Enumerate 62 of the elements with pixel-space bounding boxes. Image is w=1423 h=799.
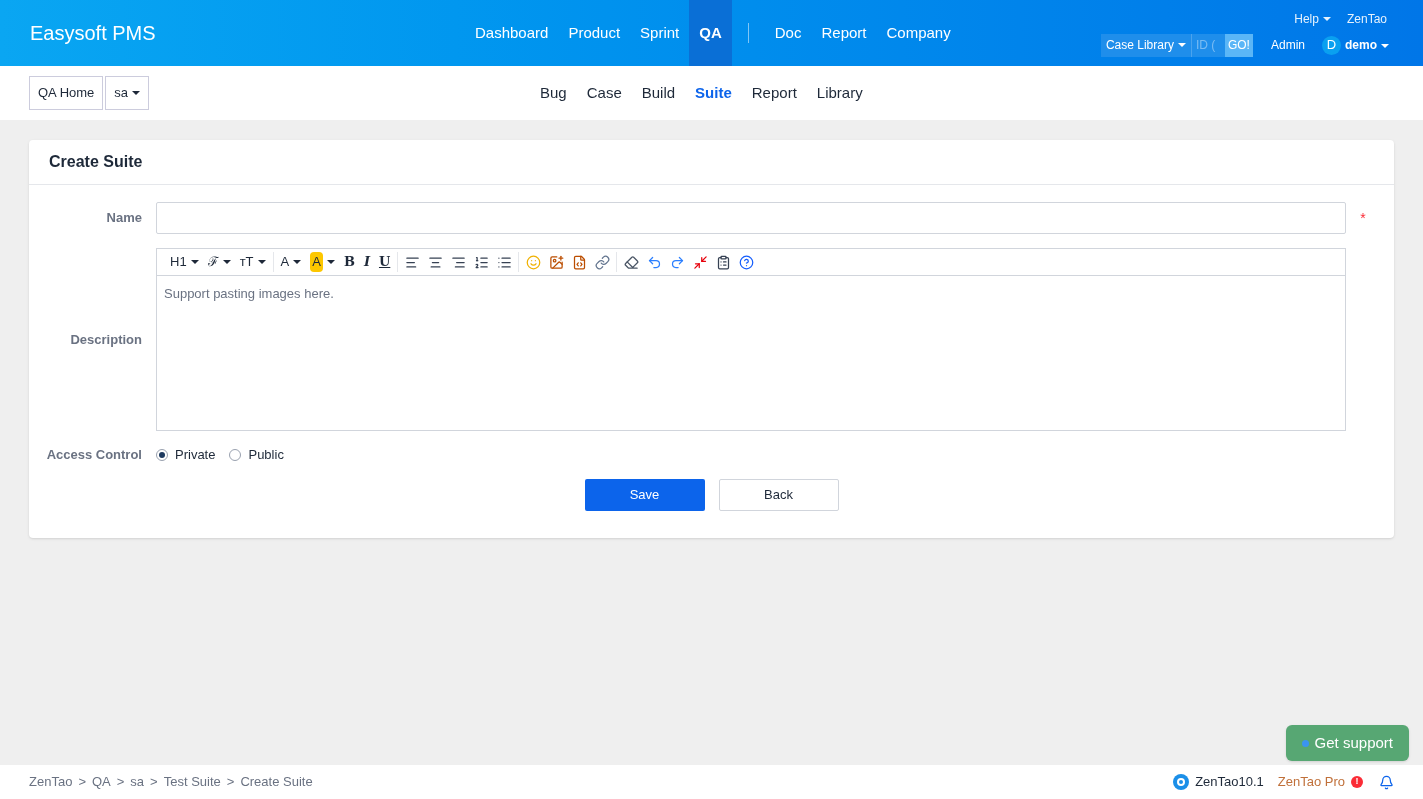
breadcrumb-item[interactable]: sa (105, 76, 150, 110)
format-dropdown[interactable]: H1 (166, 252, 203, 272)
nav-link[interactable]: QA (689, 0, 732, 66)
help-menu[interactable]: Help (1294, 9, 1331, 28)
module-tab[interactable]: Bug (530, 81, 577, 105)
footer-breadcrumb[interactable]: Test Suite (163, 772, 221, 792)
brand: Easysoft PMS (30, 21, 157, 46)
caret-icon (1381, 43, 1389, 48)
highlight-button[interactable]: A (306, 252, 339, 272)
format-dropdown[interactable]: ℱ (203, 252, 235, 272)
caret-icon (1322, 17, 1331, 22)
radio-label: Public (248, 446, 284, 464)
pro-link[interactable]: ZenTao Pro (1277, 772, 1345, 792)
breadcrumb-separator: > (226, 773, 235, 792)
current-page-label: Create Suite (240, 773, 313, 792)
radio-button[interactable] (229, 448, 242, 461)
notification-bell-icon[interactable] (1379, 774, 1394, 790)
user-menu[interactable]: demo (1345, 36, 1389, 54)
version-link[interactable]: ZenTao10.1 (1195, 772, 1264, 792)
underline-button[interactable]: U (374, 252, 395, 272)
get-support-button[interactable]: Get support (1285, 725, 1409, 761)
search-field[interactable]: ID ( (1190, 33, 1225, 57)
nav-link[interactable]: Company (876, 0, 961, 66)
field-label: Access Control (45, 445, 143, 464)
font-color-button[interactable]: A (276, 252, 306, 272)
zentao-link[interactable]: ZenTao (1346, 9, 1387, 28)
save-button[interactable]: Save (584, 478, 705, 511)
footer-breadcrumb[interactable]: QA (91, 772, 111, 792)
module-tab[interactable]: Report (741, 81, 807, 105)
required-mark: * (1359, 208, 1367, 228)
format-dropdown[interactable]: ᴛT (235, 252, 270, 272)
module-tab[interactable]: Build (631, 81, 686, 105)
module-tab[interactable]: Suite (685, 81, 742, 105)
radio-label: Private (175, 446, 216, 464)
nav-link[interactable]: Dashboard (465, 0, 559, 66)
search-scope-dropdown[interactable]: Case Library (1100, 33, 1191, 57)
breadcrumb-separator: > (116, 773, 125, 792)
card-title: Create Suite (49, 152, 143, 172)
module-tab[interactable]: Case (576, 81, 632, 105)
logo-icon (1173, 774, 1190, 790)
footer-breadcrumb[interactable]: ZenTao (29, 772, 73, 792)
back-button[interactable]: Back (718, 478, 839, 511)
nav-link[interactable]: Sprint (630, 0, 690, 66)
name-field[interactable] (156, 202, 1346, 234)
nav-link[interactable]: Doc (764, 0, 812, 66)
description-editor[interactable]: Support pasting images here. (156, 276, 1346, 431)
bold-button[interactable]: B (339, 252, 359, 272)
field-label: Name (105, 209, 143, 228)
user-avatar: D (1322, 35, 1341, 55)
module-tab[interactable]: Library (806, 81, 873, 105)
radio-button[interactable] (156, 448, 168, 461)
nav-link[interactable]: Product (558, 0, 631, 66)
nav-link[interactable]: Report (811, 0, 877, 66)
italic-button[interactable]: I (359, 252, 374, 272)
alert-badge: ! (1351, 776, 1363, 788)
breadcrumb-item[interactable]: QA Home (29, 76, 104, 110)
field-label: Description (69, 330, 143, 349)
footer-breadcrumb[interactable]: sa (130, 772, 145, 792)
caret-icon (1177, 43, 1186, 47)
admin-link[interactable]: Admin (1270, 36, 1305, 54)
breadcrumb-separator: > (150, 773, 158, 792)
breadcrumb-separator: > (78, 773, 86, 792)
